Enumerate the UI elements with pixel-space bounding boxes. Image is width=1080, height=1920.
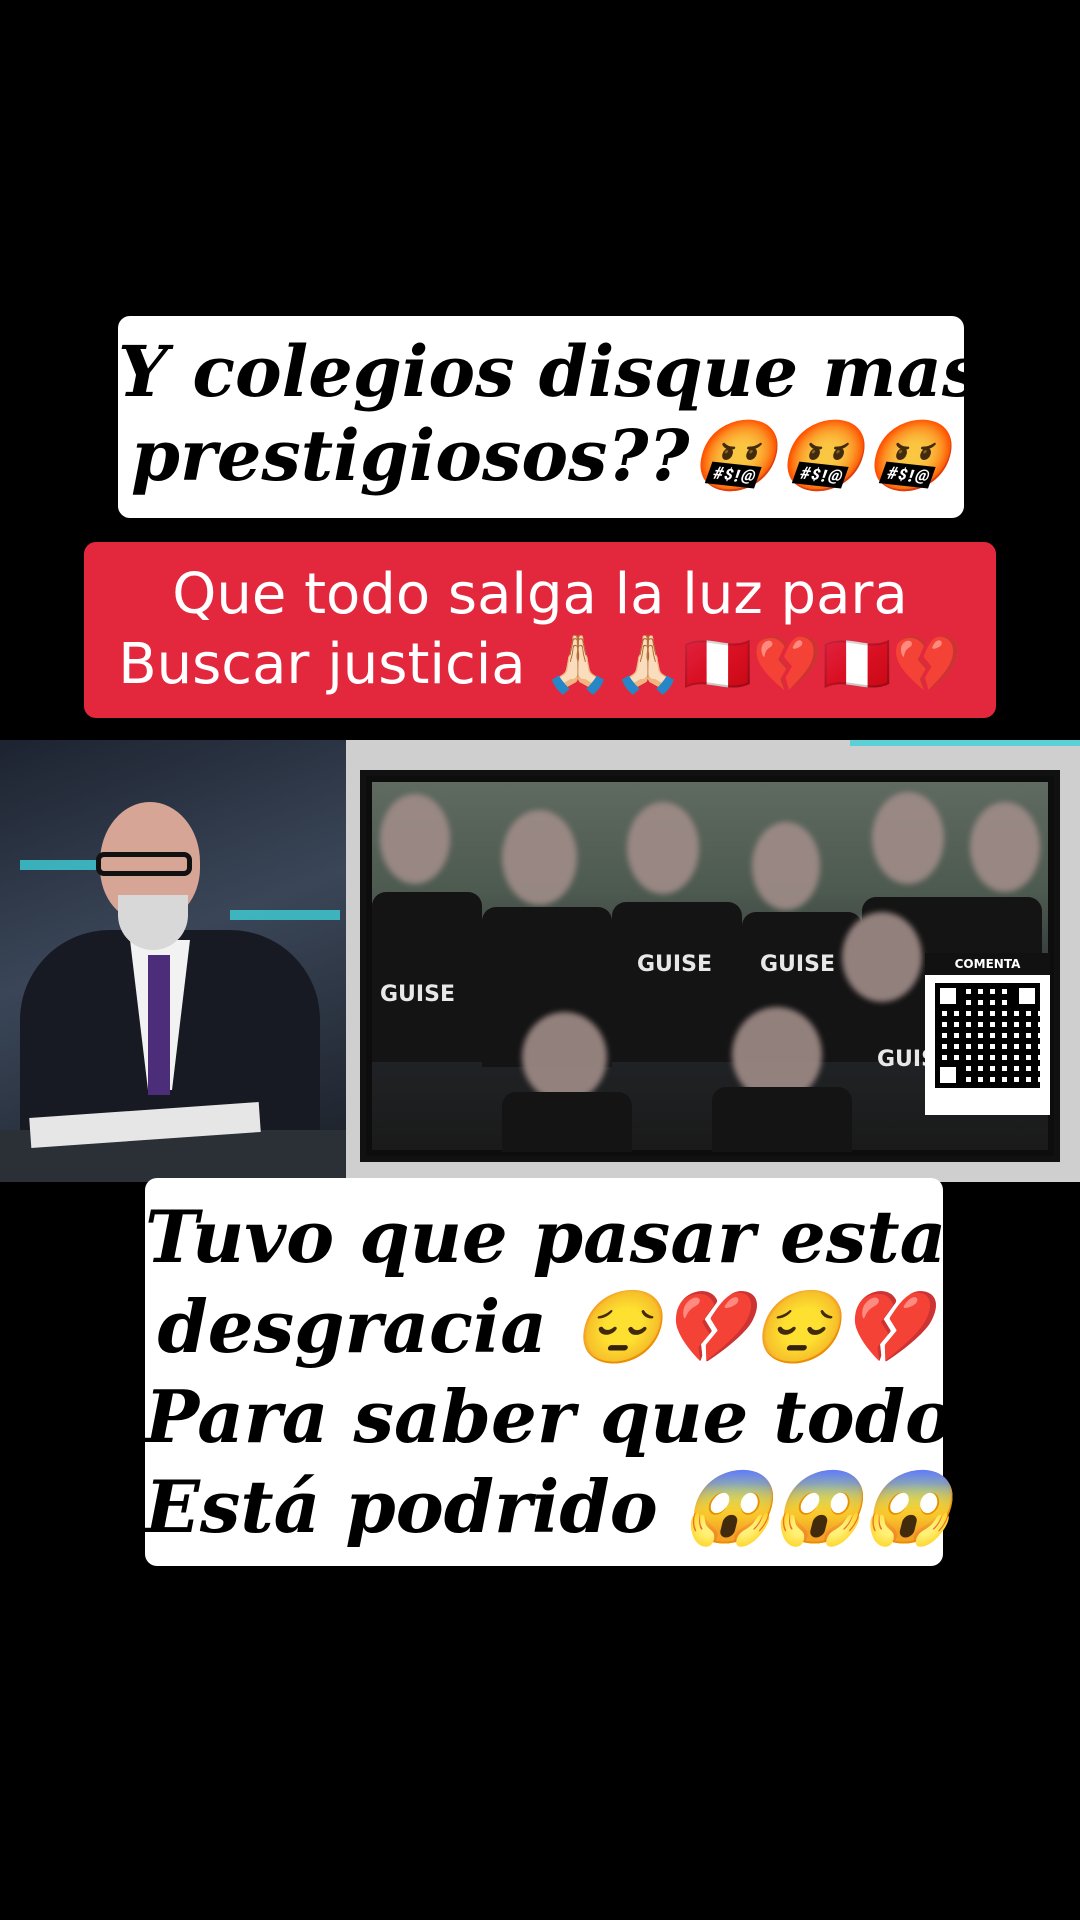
qr-comment-widget[interactable]: COMENTA (925, 953, 1050, 1115)
caption-top-line-2: prestigiosos??🤬🤬🤬 (131, 414, 951, 497)
caption-bottom: Tuvo que pasar esta desgracia 😔💔😔💔 Para … (145, 1178, 954, 1566)
caption-middle: Que todo salga la luz para Buscar justic… (84, 542, 996, 718)
caption-middle-line-2: Buscar justicia 🙏🏻🙏🏻🇵🇪💔🇵🇪💔 (118, 632, 962, 697)
qr-label: COMENTA (925, 953, 1050, 975)
caption-top: Y colegios disque mas prestigiosos??🤬🤬🤬 (118, 316, 982, 518)
studio-light-decor (20, 860, 100, 870)
news-anchor-image (0, 740, 346, 1182)
qr-corner (1014, 983, 1040, 1009)
anchor-glasses (96, 852, 192, 876)
caption-bottom-line-3: Para saber que todo (145, 1374, 954, 1459)
shirt-logo-text: GUISE (637, 952, 712, 977)
qr-corner (935, 983, 961, 1009)
shirt-logo-text: GUISE (380, 982, 455, 1007)
shirt-logo-text: GUISE (760, 952, 835, 977)
video-frame[interactable]: GUISE GUISE GUISE GUISE (0, 740, 1080, 1182)
qr-corner (935, 1062, 961, 1088)
studio-light-decor (230, 910, 340, 920)
anchor-tie (148, 955, 170, 1095)
caption-middle-line-1: Que todo salga la luz para (172, 562, 908, 627)
frame-accent-decor (850, 740, 1080, 746)
caption-bottom-line-4: Está podrido 😱😱😱 (145, 1464, 952, 1549)
caption-bottom-line-1: Tuvo que pasar esta (145, 1194, 947, 1279)
caption-bottom-line-2: desgracia 😔💔😔💔 (157, 1284, 931, 1369)
caption-top-line-1: Y colegios disque mas (118, 330, 982, 413)
